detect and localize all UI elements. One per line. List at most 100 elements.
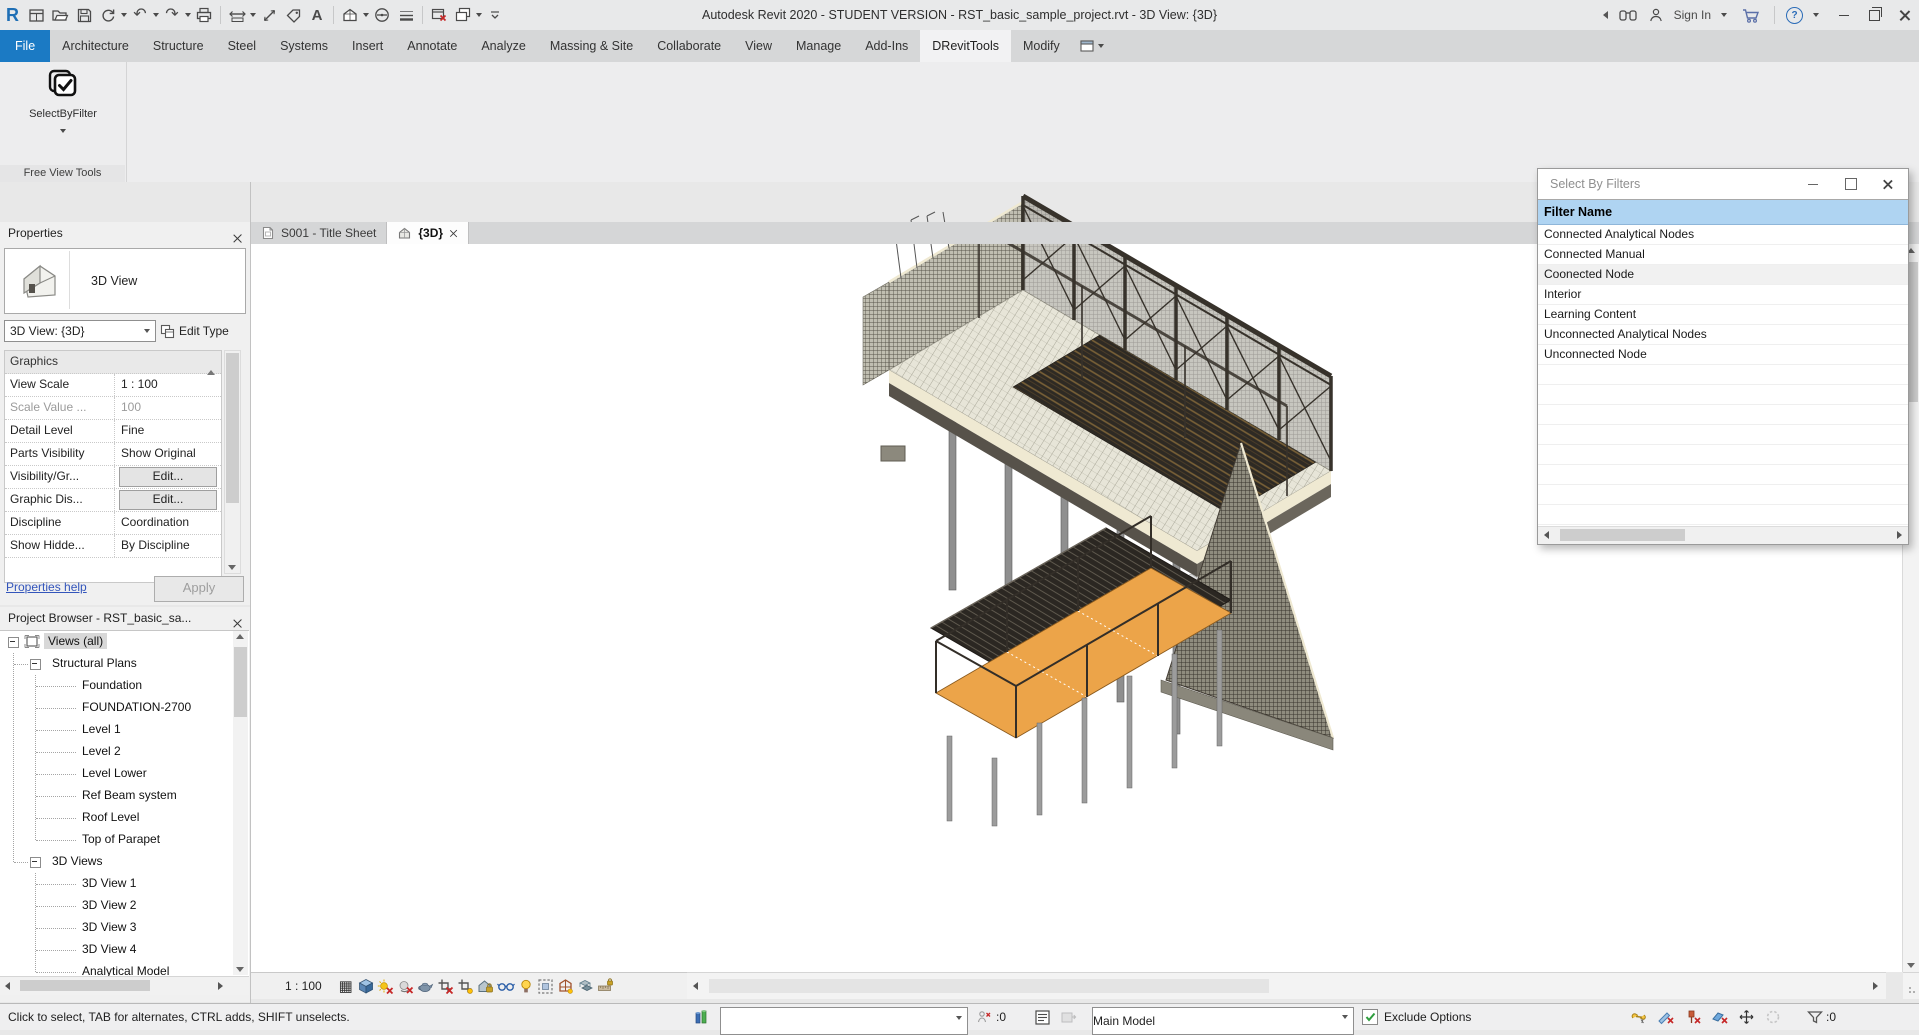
resize-grip[interactable]: [1903, 972, 1919, 999]
tab-add-ins[interactable]: Add-Ins: [853, 30, 920, 62]
scrollbar-thumb[interactable]: [234, 647, 247, 717]
property-row[interactable]: Scale Value ...100: [5, 397, 221, 420]
temporary-hide-isolate-icon[interactable]: [496, 977, 516, 996]
crop-view-icon[interactable]: [436, 977, 456, 996]
active-workset-combo[interactable]: [720, 1007, 968, 1035]
customize-qat-icon[interactable]: [484, 4, 506, 26]
properties-scrollbar[interactable]: [224, 350, 241, 574]
scroll-right-icon[interactable]: [218, 982, 223, 990]
tab-file[interactable]: File: [0, 30, 50, 62]
editing-requests-icon[interactable]: [976, 1004, 992, 1030]
filter-row[interactable]: Connected Analytical Nodes: [1538, 225, 1908, 245]
visibility-edit-button[interactable]: Edit...: [119, 467, 217, 487]
crop-region-icon[interactable]: [456, 977, 476, 996]
reveal-constraints-icon[interactable]: [596, 977, 616, 996]
close-button[interactable]: [1889, 0, 1919, 30]
switch-windows-dropdown-icon[interactable]: [476, 13, 482, 17]
tree-expander-icon[interactable]: [30, 857, 41, 868]
scroll-left-icon[interactable]: [693, 982, 698, 990]
tab-annotate[interactable]: Annotate: [395, 30, 469, 62]
property-row[interactable]: View Scale1 : 100: [5, 374, 221, 397]
3d-view-dropdown-icon[interactable]: [363, 13, 369, 17]
drag-elements-on-selection-icon[interactable]: [1738, 1004, 1755, 1030]
property-row[interactable]: Graphic Dis...Edit...: [5, 489, 221, 512]
view-tab-3d[interactable]: {3D}: [387, 222, 469, 244]
tree-item-roof-level[interactable]: Roof Level: [0, 807, 249, 829]
store-cart-icon[interactable]: [1741, 7, 1761, 24]
sign-in-label[interactable]: Sign In: [1674, 8, 1711, 22]
redo-dropdown-icon[interactable]: [185, 13, 191, 17]
sign-in-dropdown-icon[interactable]: [1721, 13, 1727, 17]
property-row[interactable]: Detail LevelFine: [5, 420, 221, 443]
filter-row[interactable]: Unconnected Node: [1538, 345, 1908, 365]
ribbon-state-toggle[interactable]: [1072, 30, 1112, 62]
text-tool-icon[interactable]: A: [306, 4, 328, 26]
tab-structure[interactable]: Structure: [141, 30, 216, 62]
undo-icon[interactable]: ↶: [129, 4, 151, 26]
tab-steel[interactable]: Steel: [216, 30, 269, 62]
filter-row[interactable]: Coonected Node: [1538, 265, 1908, 285]
apply-button[interactable]: Apply: [154, 576, 244, 602]
type-selector[interactable]: 3D View: [4, 248, 246, 314]
tab-systems[interactable]: Systems: [268, 30, 340, 62]
undo-dropdown-icon[interactable]: [153, 13, 159, 17]
graphic-display-edit-button[interactable]: Edit...: [119, 490, 217, 510]
select-elements-by-face-icon[interactable]: [1711, 1004, 1729, 1030]
tree-expander-icon[interactable]: [30, 659, 41, 670]
project-browser-tree[interactable]: Views (all) Structural Plans Foundation …: [0, 630, 249, 976]
filter-row[interactable]: Interior: [1538, 285, 1908, 305]
filter-row[interactable]: Learning Content: [1538, 305, 1908, 325]
tab-drevittools[interactable]: DRevitTools: [920, 30, 1011, 62]
dialog-minimize-icon[interactable]: [1798, 169, 1828, 199]
scrollbar-thumb[interactable]: [20, 980, 150, 991]
open-file-icon[interactable]: [49, 4, 71, 26]
properties-group-header[interactable]: Graphics: [5, 351, 221, 374]
project-browser-vscrollbar[interactable]: [233, 631, 248, 975]
selection-filter-icon[interactable]: [1806, 1004, 1824, 1030]
tree-item-top-of-parapet[interactable]: Top of Parapet: [0, 829, 249, 851]
tab-analyze[interactable]: Analyze: [469, 30, 537, 62]
scroll-right-icon[interactable]: [1873, 982, 1878, 990]
filter-row[interactable]: Connected Manual: [1538, 245, 1908, 265]
search-binoculars-icon[interactable]: [1618, 7, 1638, 23]
tab-modify[interactable]: Modify: [1011, 30, 1072, 62]
measure-icon[interactable]: [226, 4, 248, 26]
tab-massing-site[interactable]: Massing & Site: [538, 30, 645, 62]
switch-windows-icon[interactable]: [452, 4, 474, 26]
print-icon[interactable]: [193, 4, 215, 26]
scroll-down-icon[interactable]: [228, 565, 236, 570]
view-scale-button[interactable]: 1 : 100: [285, 979, 322, 993]
design-option-combo[interactable]: Main Model: [1092, 1007, 1354, 1035]
select-links-icon[interactable]: [1630, 1004, 1648, 1030]
analytical-model-icon[interactable]: [556, 977, 576, 996]
revit-logo-icon[interactable]: R: [4, 5, 23, 26]
user-icon[interactable]: [1648, 7, 1664, 23]
panel-label[interactable]: Free View Tools: [0, 165, 125, 182]
scroll-down-icon[interactable]: [1907, 963, 1915, 968]
type-selector-combo[interactable]: 3D View: {3D}: [4, 320, 156, 342]
tree-item-3d-view-3[interactable]: 3D View 3: [0, 917, 249, 939]
worksets-icon[interactable]: [693, 1004, 710, 1030]
detail-level-icon[interactable]: ▦: [336, 977, 356, 996]
scroll-down-icon[interactable]: [236, 967, 244, 972]
property-row[interactable]: DisciplineCoordination: [5, 512, 221, 535]
filter-row[interactable]: Unconnected Analytical Nodes: [1538, 325, 1908, 345]
scroll-up-icon[interactable]: [236, 634, 244, 639]
save-icon[interactable]: [73, 4, 95, 26]
tab-insert[interactable]: Insert: [340, 30, 395, 62]
locked-3d-view-icon[interactable]: [476, 977, 496, 996]
section-icon[interactable]: [371, 4, 393, 26]
dialog-close-icon[interactable]: [1872, 169, 1902, 199]
scrollbar-thumb[interactable]: [226, 353, 239, 503]
properties-window-icon[interactable]: [25, 4, 47, 26]
select-underlay-elements-icon[interactable]: [1657, 1004, 1675, 1030]
scrollbar-thumb[interactable]: [1560, 529, 1685, 541]
tree-item-level-1[interactable]: Level 1: [0, 719, 249, 741]
thin-lines-icon[interactable]: [395, 4, 417, 26]
tree-item-foundation[interactable]: Foundation: [0, 675, 249, 697]
sync-with-central-icon[interactable]: [97, 4, 119, 26]
tab-collaborate[interactable]: Collaborate: [645, 30, 733, 62]
minimize-button[interactable]: [1829, 0, 1859, 30]
selection-filter-count[interactable]: :0: [1826, 1004, 1836, 1030]
dialog-maximize-icon[interactable]: [1836, 169, 1866, 199]
